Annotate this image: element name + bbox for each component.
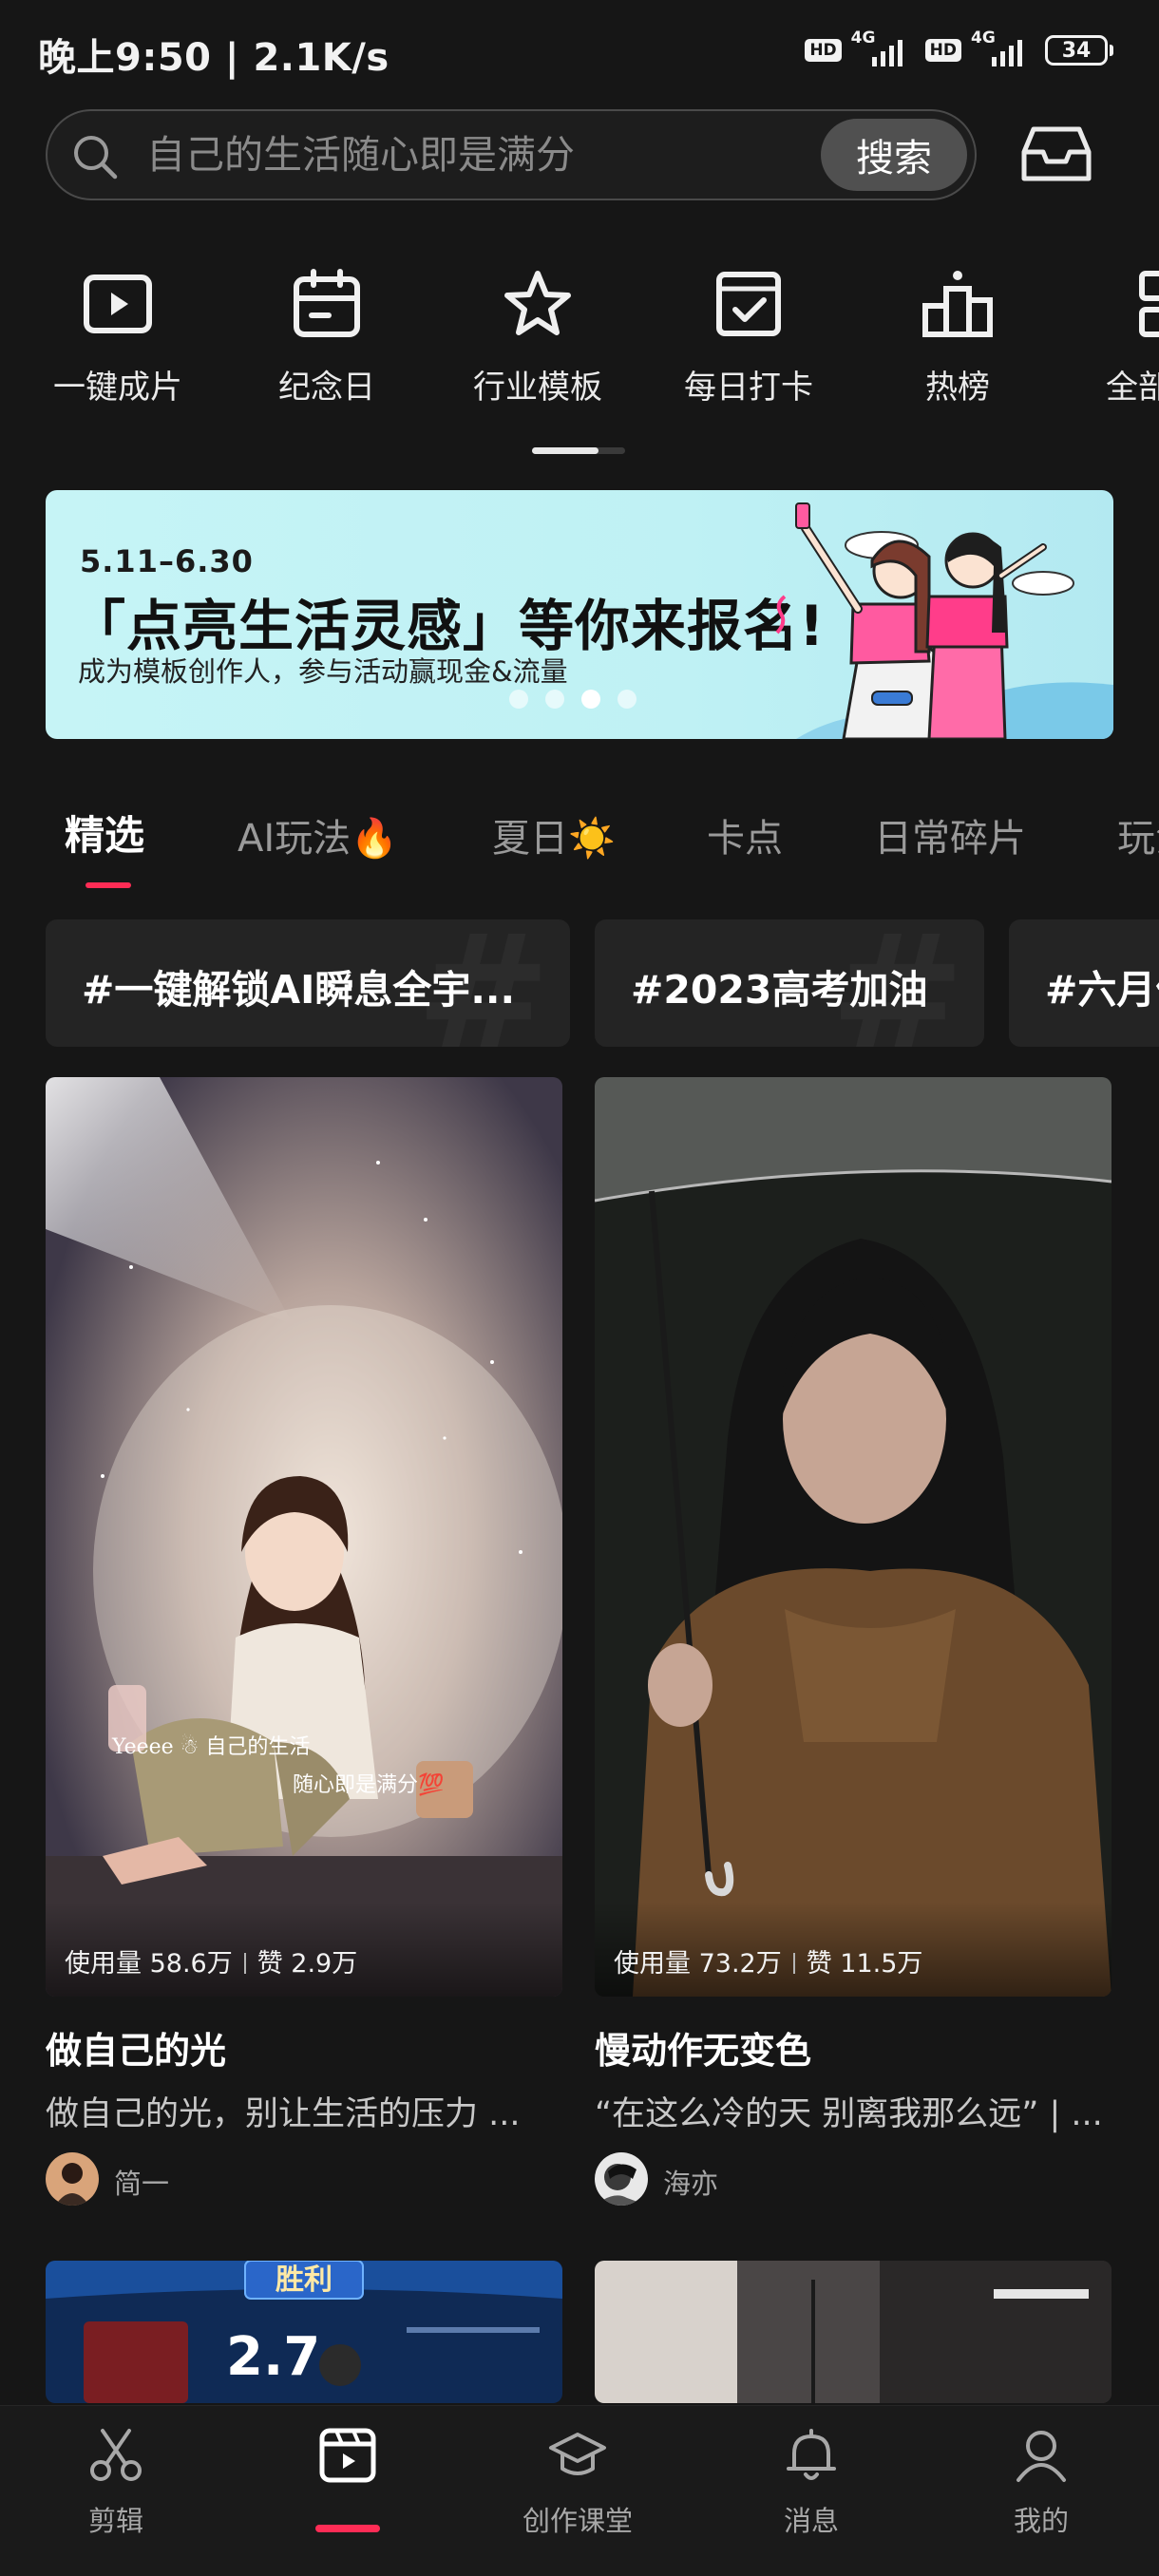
hashtag-chip[interactable]: #六月份 xyxy=(1009,919,1159,1047)
grid-icon xyxy=(1139,271,1159,337)
active-nav-indicator xyxy=(315,2525,380,2532)
author-name: 简一 xyxy=(114,2168,170,2200)
banner-dot xyxy=(545,690,564,709)
quick-action-daily-checkin[interactable]: 每日打卡 xyxy=(654,266,844,407)
app-root: 晚上9:50 | 2.1K/s HD 4G HD 4G 34 搜索 xyxy=(0,0,1159,2576)
template-card[interactable]: Yeeee ☃ 自己的生活 随心即是满分💯 使用量 58.6万赞 2.9万 做自… xyxy=(46,1077,562,2207)
status-time: 晚上9:50 | 2.1K/s xyxy=(38,36,390,80)
quick-action-hot-list[interactable]: 热榜 xyxy=(863,266,1053,407)
tab-gameplay[interactable]: 玩法 xyxy=(1117,807,1159,862)
avatar xyxy=(595,2152,648,2206)
hd-badge-2: HD xyxy=(924,39,961,62)
banner-pagination xyxy=(509,690,636,709)
card-stats: 使用量 73.2万赞 11.5万 xyxy=(595,1902,1112,1997)
category-tabs: 精选 AI玩法🔥 夏日☀️ 卡点 日常碎片 玩法 xyxy=(0,804,1159,899)
search-bar: 搜索 xyxy=(46,109,977,200)
checkbox-icon xyxy=(716,272,781,336)
inbox-icon[interactable] xyxy=(1020,123,1092,184)
hashtag-chip[interactable]: # #2023高考加油 xyxy=(595,919,984,1047)
battery-level: 34 xyxy=(1045,35,1108,66)
play-icon xyxy=(84,275,152,333)
card-description: 做自己的光，别让生活的压力 ... xyxy=(46,2095,521,2133)
banner-dot xyxy=(618,690,636,709)
like-count: 赞 11.5万 xyxy=(806,1949,923,1979)
tab-beat[interactable]: 卡点 xyxy=(707,807,783,862)
card-thumbnail-row2[interactable]: 胜利 2.7 xyxy=(46,2261,562,2403)
hashtag-label: #六月份 xyxy=(1045,967,1159,1013)
overlay-text: 2.7 xyxy=(226,2326,320,2388)
quick-action-anniversary[interactable]: 纪念日 xyxy=(232,266,422,407)
hashtag-label: #一键解锁AI瞬息全宇... xyxy=(82,967,516,1013)
overlay-text: 胜利 xyxy=(276,2263,332,2297)
tab-daily[interactable]: 日常碎片 xyxy=(874,807,1026,862)
thumbnail-image xyxy=(595,1077,1112,1997)
quick-action-one-click[interactable]: 一键成片 xyxy=(23,266,213,407)
card-thumbnail[interactable]: Yeeee ☃ 自己的生活 随心即是满分💯 使用量 58.6万赞 2.9万 xyxy=(46,1077,562,1997)
status-indicators: HD 4G HD 4G 34 xyxy=(805,28,1113,68)
quick-actions-scroll-indicator xyxy=(532,447,625,454)
banner-dot xyxy=(509,690,528,709)
card-thumbnail[interactable]: 使用量 73.2万赞 11.5万 xyxy=(595,1077,1112,1997)
quick-action-all[interactable]: 全部 xyxy=(1072,266,1159,407)
like-count: 赞 2.9万 xyxy=(256,1949,358,1979)
nav-item-messages[interactable]: 消息 xyxy=(735,2425,887,2539)
tab-featured[interactable]: 精选 xyxy=(65,804,144,862)
search-input[interactable] xyxy=(146,130,840,180)
author-name: 海亦 xyxy=(663,2168,719,2200)
tab-ai[interactable]: AI玩法🔥 xyxy=(238,807,398,862)
quick-actions: 一键成片 纪念日 行业模板 每日打卡 热榜 全部 xyxy=(0,266,1159,427)
person-icon xyxy=(1016,2431,1066,2482)
search-icon xyxy=(74,136,118,180)
usage-count: 使用量 73.2万 xyxy=(614,1949,782,1979)
banner-illustration xyxy=(775,502,1113,739)
banner-subtitle: 成为模板创作人，参与活动赢现金&流量 xyxy=(78,655,568,688)
overlay-text: 随心即是满分💯 xyxy=(293,1772,444,1797)
card-author[interactable]: 海亦 xyxy=(595,2152,1112,2207)
hashtag-label: #2023高考加油 xyxy=(631,967,928,1013)
nav-item-templates[interactable] xyxy=(272,2425,424,2486)
banner-date: 5.11–6.30 xyxy=(80,543,254,579)
template-card[interactable]: 使用量 73.2万赞 11.5万 慢动作无变色 “在这么冷的天 别离我那么远” … xyxy=(595,1077,1112,2207)
card-author[interactable]: 简一 xyxy=(46,2152,562,2207)
banner-dot-active xyxy=(581,690,600,709)
active-tab-indicator xyxy=(86,882,131,888)
nav-item-profile[interactable]: 我的 xyxy=(965,2425,1117,2539)
avatar xyxy=(46,2152,99,2206)
thumbnail-image xyxy=(595,2261,1112,2403)
bottom-nav: 剪辑 创作课堂 消息 我的 xyxy=(0,2405,1159,2576)
card-title: 慢动作无变色 xyxy=(595,2030,812,2072)
hashtag-chip[interactable]: # #一键解锁AI瞬息全宇... xyxy=(46,919,570,1047)
thumbnail-image: Yeeee ☃ 自己的生活 随心即是满分💯 xyxy=(46,1077,562,1997)
hd-badge: HD xyxy=(805,39,842,62)
nav-item-edit[interactable]: 剪辑 xyxy=(40,2425,192,2539)
status-bar: 晚上9:50 | 2.1K/s HD 4G HD 4G 34 xyxy=(0,0,1159,104)
podium-icon xyxy=(922,271,993,337)
tab-summer[interactable]: 夏日☀️ xyxy=(492,807,616,862)
nav-item-academy[interactable]: 创作课堂 xyxy=(502,2425,654,2539)
template-icon xyxy=(319,2428,376,2483)
scissors-icon xyxy=(90,2429,142,2481)
bell-icon xyxy=(787,2429,836,2480)
usage-count: 使用量 58.6万 xyxy=(65,1949,233,1979)
card-title: 做自己的光 xyxy=(46,2030,227,2072)
quick-action-industry-templates[interactable]: 行业模板 xyxy=(443,266,633,407)
calendar-icon xyxy=(294,269,360,337)
card-stats: 使用量 58.6万赞 2.9万 xyxy=(46,1902,562,1997)
promo-banner[interactable]: 5.11–6.30 「点亮生活灵感」等你来报名! 成为模板创作人，参与活动赢现金… xyxy=(46,490,1113,739)
graduation-cap-icon xyxy=(549,2433,606,2475)
battery-icon: 34 xyxy=(1045,35,1113,66)
star-icon xyxy=(504,271,571,335)
card-description: “在这么冷的天 别离我那么远” | ... xyxy=(595,2095,1103,2133)
card-thumbnail-row2[interactable] xyxy=(595,2261,1112,2403)
signal-icon-2: 4G xyxy=(971,28,1036,68)
search-button[interactable]: 搜索 xyxy=(821,119,967,191)
signal-icon: 4G xyxy=(851,28,916,68)
overlay-text: Yeeee ☃ 自己的生活 xyxy=(111,1733,310,1759)
thumbnail-image: 胜利 2.7 xyxy=(46,2261,562,2403)
